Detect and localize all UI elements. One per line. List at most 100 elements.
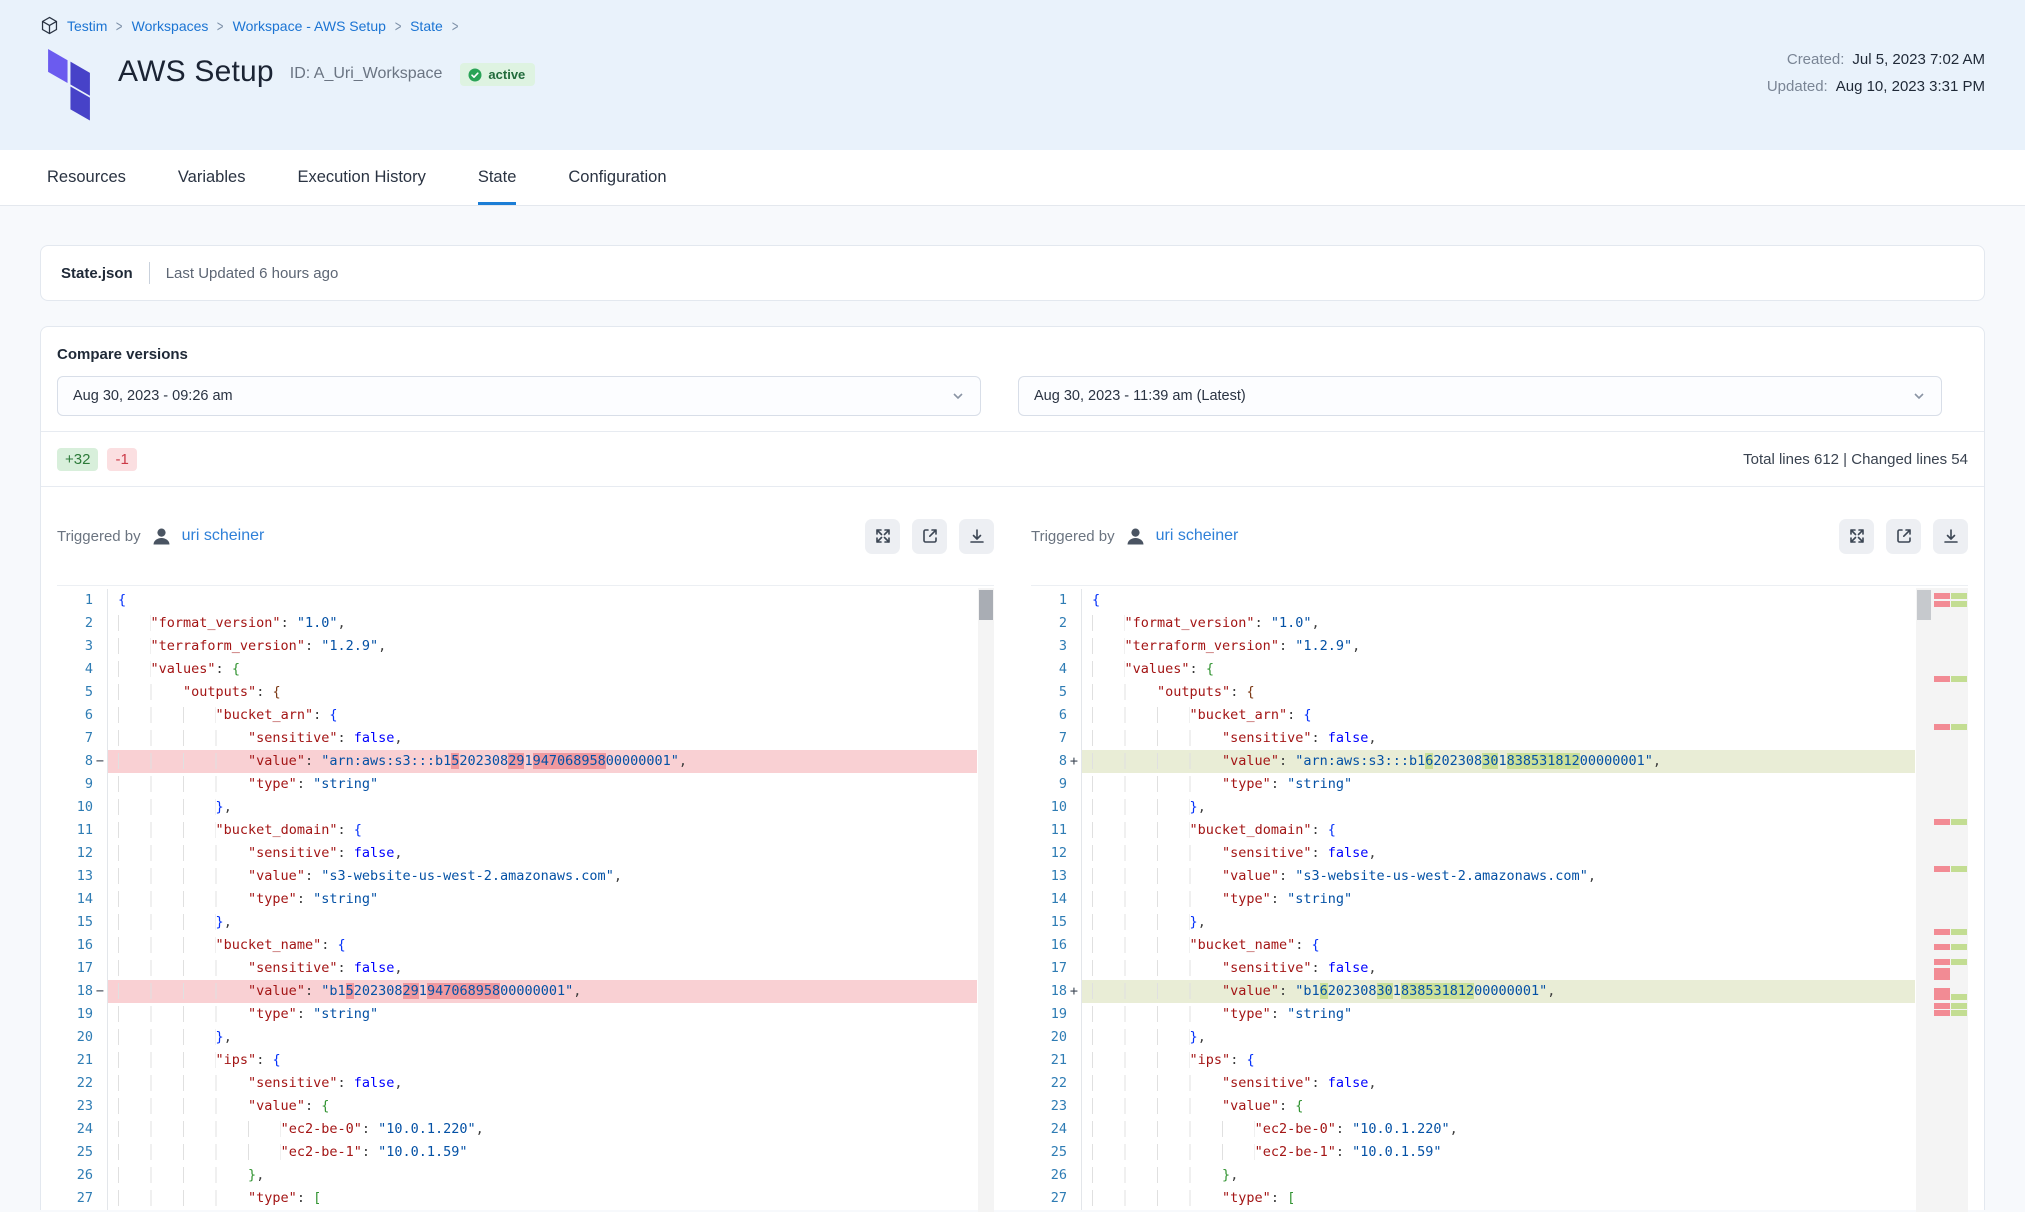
tab-resources[interactable]: Resources (47, 150, 126, 205)
expand-icon (1848, 527, 1866, 545)
diff-sign (1067, 773, 1082, 796)
version-select-right[interactable]: Aug 30, 2023 - 11:39 am (Latest) (1018, 376, 1942, 416)
line-content: "value": "s3-website-us-west-2.amazonaws… (108, 865, 977, 888)
breadcrumb-link[interactable]: Testim (67, 18, 107, 34)
diff-sign (1067, 658, 1082, 681)
open-external-button[interactable] (912, 519, 947, 554)
tab-state[interactable]: State (478, 150, 517, 205)
diff-sign: − (93, 750, 108, 773)
diff-sign (93, 911, 108, 934)
line-content: }, (108, 796, 977, 819)
line-content: "value": "b1620230830183853181200000001"… (1082, 980, 1915, 1003)
breadcrumb-separator: > (217, 17, 224, 35)
line-content: "outputs": { (108, 681, 977, 704)
ruler-removed-mark (1934, 944, 1950, 950)
last-updated-text: Last Updated 6 hours ago (166, 265, 339, 282)
status-badge: active (460, 63, 535, 86)
line-number: 21 (57, 1049, 93, 1072)
scrollbar-thumb[interactable] (1917, 590, 1931, 620)
diff-sign (1067, 1072, 1082, 1095)
code-line: 10 }, (1031, 796, 1915, 819)
diff-sign (93, 934, 108, 957)
scrollbar-thumb[interactable] (979, 590, 993, 620)
line-content: "bucket_domain": { (108, 819, 977, 842)
line-number: 5 (1031, 681, 1067, 704)
expand-button[interactable] (865, 519, 900, 554)
chevron-down-icon (951, 389, 965, 403)
version-select-left-value: Aug 30, 2023 - 09:26 am (73, 388, 233, 404)
check-circle-icon (468, 68, 482, 82)
ruler-removed-mark (1934, 994, 1950, 1000)
ruler-removed-mark (1934, 724, 1950, 730)
tab-variables[interactable]: Variables (178, 150, 246, 205)
code-line: 14 "type": "string" (1031, 888, 1915, 911)
diff-sign (93, 773, 108, 796)
version-select-left[interactable]: Aug 30, 2023 - 09:26 am (57, 376, 981, 416)
breadcrumb-link[interactable]: Workspaces (132, 18, 209, 34)
open-external-button[interactable] (1886, 519, 1921, 554)
tab-execution-history[interactable]: Execution History (297, 150, 425, 205)
line-number: 16 (57, 934, 93, 957)
line-content: "outputs": { (1082, 681, 1915, 704)
line-number: 18 (57, 980, 93, 1003)
diff-sign (93, 704, 108, 727)
code-line: 22 "sensitive": false, (57, 1072, 977, 1095)
line-content: "sensitive": false, (108, 842, 977, 865)
code-line: 8− "value": "arn:aws:s3:::b1520230829194… (57, 750, 977, 773)
line-number: 6 (1031, 704, 1067, 727)
line-content: "sensitive": false, (108, 957, 977, 980)
diff-sign (93, 589, 108, 612)
diff-sign (1067, 1118, 1082, 1141)
code-line: 3 "terraform_version": "1.2.9", (1031, 635, 1915, 658)
avatar (151, 526, 172, 547)
download-button[interactable] (959, 519, 994, 554)
diff-sign (1067, 1026, 1082, 1049)
expand-icon (874, 527, 892, 545)
breadcrumb-link[interactable]: Workspace - AWS Setup (233, 18, 386, 34)
line-content: "format_version": "1.0", (108, 612, 977, 635)
diff-sign (93, 1026, 108, 1049)
tab-configuration[interactable]: Configuration (568, 150, 666, 205)
code-line: 4 "values": { (57, 658, 977, 681)
code-line: 13 "value": "s3-website-us-west-2.amazon… (57, 865, 977, 888)
line-number: 7 (57, 727, 93, 750)
diff-sign (93, 658, 108, 681)
chevron-down-icon (1912, 389, 1926, 403)
line-content: "bucket_arn": { (1082, 704, 1915, 727)
code-line: 24 "ec2-be-0": "10.0.1.220", (1031, 1118, 1915, 1141)
code-line: 26 }, (1031, 1164, 1915, 1187)
expand-button[interactable] (1839, 519, 1874, 554)
breadcrumb-link[interactable]: State (410, 18, 443, 34)
line-content: }, (1082, 1164, 1915, 1187)
status-badge-label: active (488, 67, 525, 82)
diff-sign (1067, 1049, 1082, 1072)
line-number: 4 (1031, 658, 1067, 681)
ruler-removed-mark (1934, 819, 1950, 825)
line-number: 7 (1031, 727, 1067, 750)
code-line: 5 "outputs": { (57, 681, 977, 704)
diff-sign (1067, 842, 1082, 865)
line-content: "ec2-be-0": "10.0.1.220", (1082, 1118, 1915, 1141)
diff-sign: − (93, 980, 108, 1003)
created-value: Jul 5, 2023 7:02 AM (1852, 51, 1985, 68)
line-number: 14 (57, 888, 93, 911)
avatar (1125, 526, 1146, 547)
lines-removed-badge: -1 (107, 448, 136, 471)
triggered-by-user-link[interactable]: uri scheiner (1156, 527, 1239, 545)
diff-sign (1067, 819, 1082, 842)
line-number: 24 (57, 1118, 93, 1141)
diff-sign (1067, 681, 1082, 704)
diff-overview-ruler[interactable] (1932, 588, 1968, 1212)
scrollbar[interactable] (978, 588, 994, 1212)
download-button[interactable] (1933, 519, 1968, 554)
triggered-by-user-link[interactable]: uri scheiner (182, 527, 265, 545)
code-line: 6 "bucket_arn": { (1031, 704, 1915, 727)
diff-sign (93, 727, 108, 750)
compare-title: Compare versions (41, 327, 1984, 376)
line-number: 8 (1031, 750, 1067, 773)
updated-value: Aug 10, 2023 3:31 PM (1836, 78, 1985, 95)
scrollbar[interactable] (1916, 588, 1932, 1212)
external-link-icon (921, 527, 939, 545)
compare-card: Compare versions Aug 30, 2023 - 09:26 am… (40, 326, 1985, 1210)
updated-label: Updated: (1767, 78, 1828, 95)
